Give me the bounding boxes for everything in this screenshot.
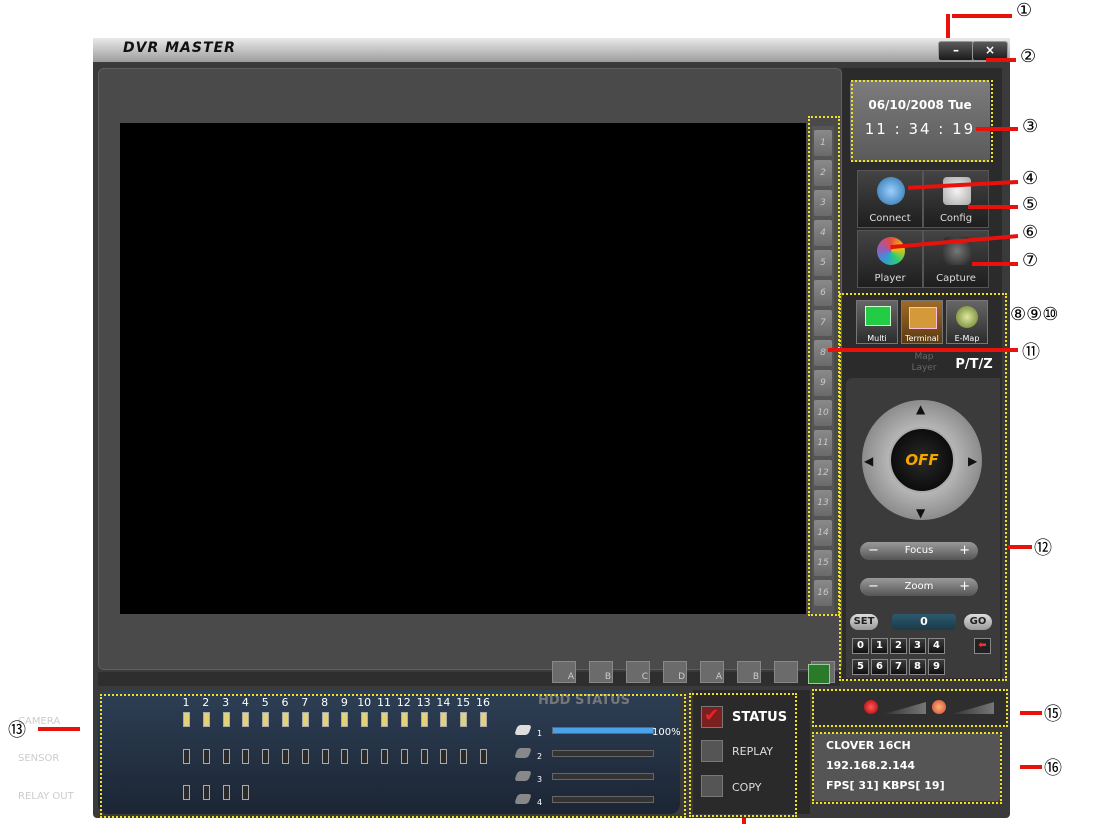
callout-12: ⑫ <box>1034 538 1052 559</box>
player-label: Player <box>874 273 906 284</box>
minimize-button[interactable]: – <box>938 41 974 61</box>
layout-button-3[interactable]: C <box>626 661 650 683</box>
connect-icon <box>877 177 905 205</box>
layout-button-label: A <box>715 672 722 682</box>
callout-line-12 <box>1008 545 1032 549</box>
sensor-row-label: SENSOR <box>18 753 60 764</box>
callout-3: ③ <box>1022 116 1039 137</box>
callout-line-14 <box>742 818 746 824</box>
capture-label: Capture <box>936 273 976 284</box>
callout-line-7 <box>972 262 1018 266</box>
connect-button[interactable]: Connect <box>857 170 923 228</box>
annotation-box-clock <box>851 80 993 162</box>
callout-1: ① <box>1016 0 1033 21</box>
annotation-box-io <box>100 694 686 818</box>
layout-button-2[interactable]: B <box>589 661 613 683</box>
annotation-box-signal <box>812 689 1008 727</box>
layout-button-label: B <box>752 672 759 682</box>
callout-15: ⑮ <box>1044 704 1062 725</box>
callout-line-13 <box>38 727 80 731</box>
layout-button-7[interactable] <box>774 661 798 683</box>
annotation-box-status <box>689 693 797 817</box>
config-button[interactable]: Config <box>923 170 989 228</box>
callout-8-10: ⑧⑨⑩ <box>1010 304 1059 325</box>
callout-line-15 <box>1020 711 1042 715</box>
layout-button-label: C <box>641 672 648 682</box>
callout-4: ④ <box>1022 168 1039 189</box>
callout-2: ② <box>1020 46 1037 67</box>
fullscreen-icon[interactable] <box>808 664 830 684</box>
callout-13: ⑬ <box>8 720 26 741</box>
callout-line-11 <box>828 348 1018 352</box>
connect-label: Connect <box>869 213 911 224</box>
annotation-box-channels <box>808 116 840 616</box>
title-bar[interactable]: DVR MASTER – × <box>93 38 1010 62</box>
callout-5: ⑤ <box>1022 194 1039 215</box>
callout-line-1 <box>952 14 1012 18</box>
video-display[interactable] <box>120 123 806 614</box>
player-button[interactable]: Player <box>857 230 923 288</box>
callout-line-16 <box>1020 765 1042 769</box>
video-bottom-strip <box>98 672 840 686</box>
layout-button-label: B <box>604 672 611 682</box>
callout-16: ⑯ <box>1044 758 1062 779</box>
callout-line-1-vertical <box>946 14 950 38</box>
callout-11: ⑪ <box>1022 342 1040 363</box>
player-icon <box>877 237 905 265</box>
layout-button-label: D <box>678 672 685 682</box>
config-icon <box>943 177 971 205</box>
relay-row-label: RELAY OUT <box>18 791 74 802</box>
callout-line-5 <box>968 205 1018 209</box>
callout-line-3 <box>976 127 1018 131</box>
config-label: Config <box>939 213 973 224</box>
layout-button-1[interactable]: A <box>552 661 576 683</box>
layout-button-6[interactable]: B <box>737 661 761 683</box>
callout-6: ⑥ <box>1022 222 1039 243</box>
annotation-box-info <box>812 732 1002 804</box>
app-title: DVR MASTER <box>123 40 236 56</box>
layout-button-label: A <box>567 672 574 682</box>
callout-line-2 <box>986 58 1016 62</box>
callout-7: ⑦ <box>1022 250 1039 271</box>
layout-button-5[interactable]: A <box>700 661 724 683</box>
layout-button-4[interactable]: D <box>663 661 687 683</box>
